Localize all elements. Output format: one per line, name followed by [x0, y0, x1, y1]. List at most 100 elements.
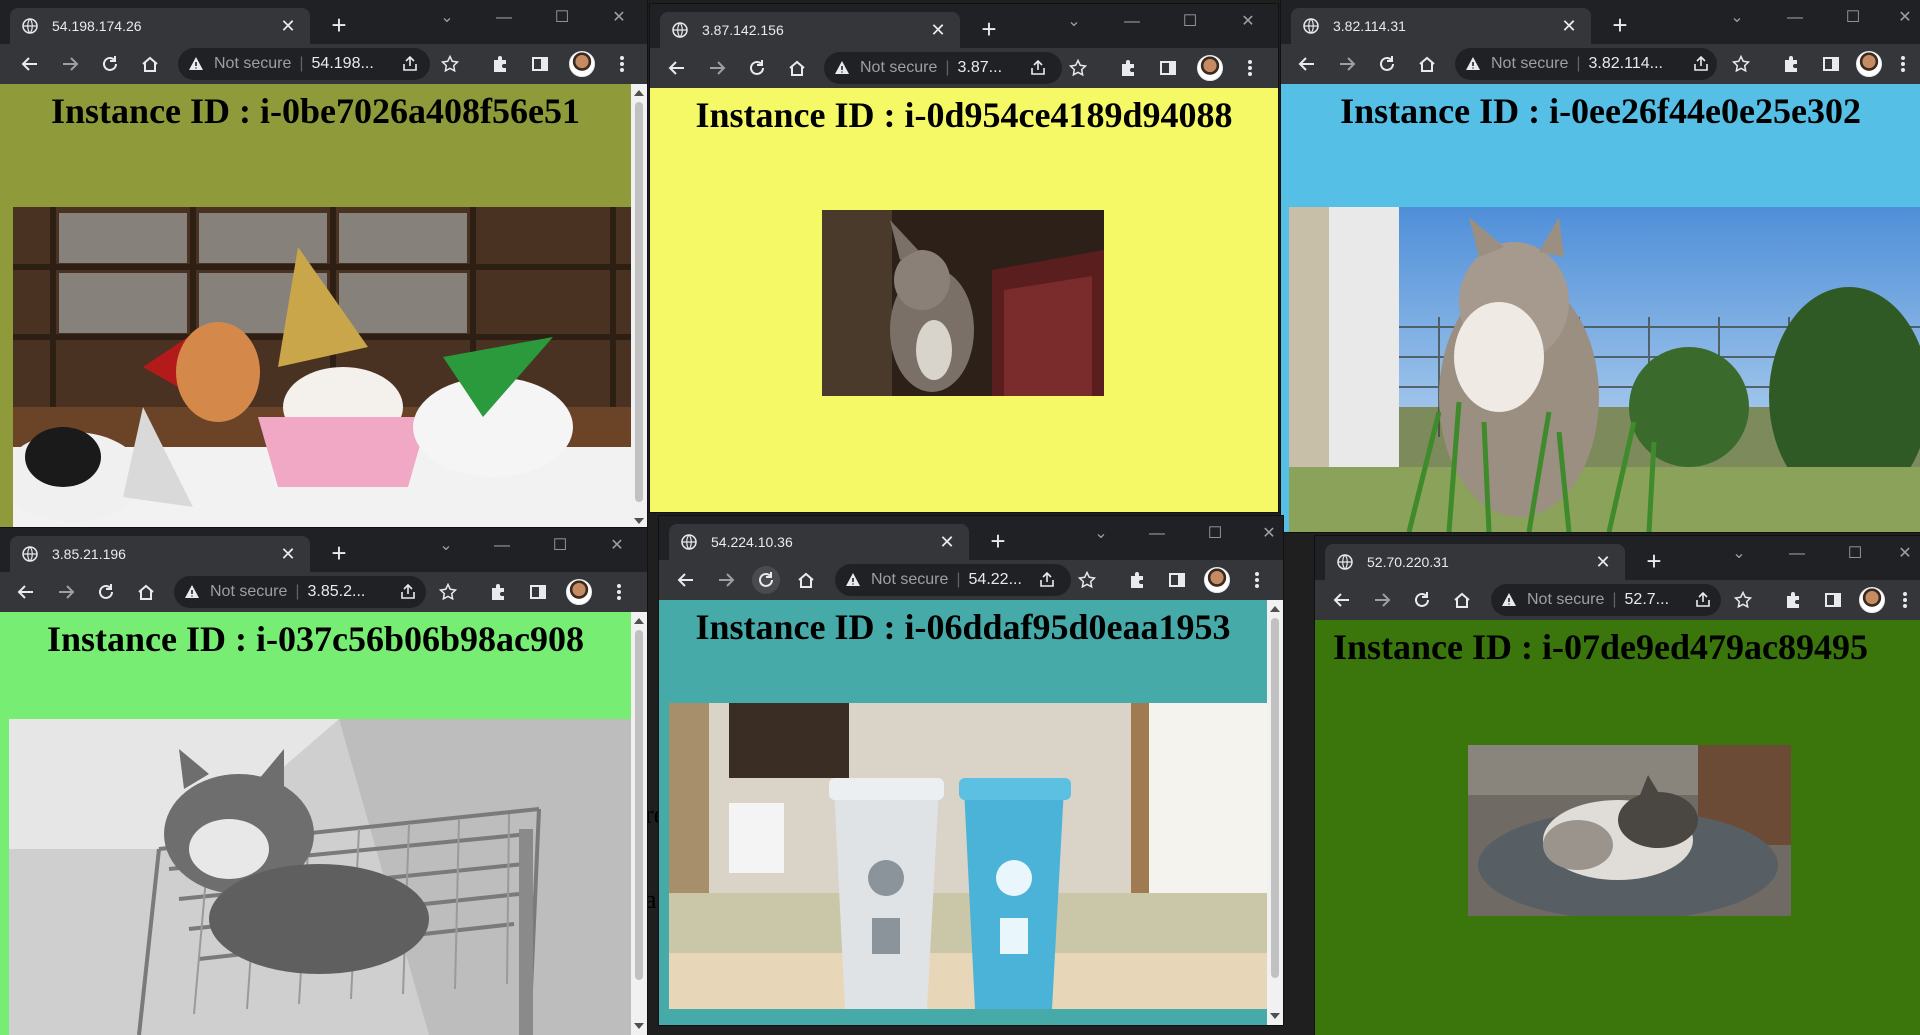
reload-icon[interactable]: [96, 50, 124, 78]
share-icon[interactable]: [1687, 50, 1715, 78]
tab-1[interactable]: 3.87.142.156 ✕: [660, 12, 960, 48]
scroll-down-icon[interactable]: [634, 1023, 644, 1029]
scroll-thumb[interactable]: [635, 102, 643, 502]
new-tab-button[interactable]: +: [326, 12, 352, 38]
back-arrow-icon[interactable]: [672, 566, 700, 594]
side-panel-icon[interactable]: [1163, 566, 1191, 594]
close-tab-icon[interactable]: ✕: [1593, 552, 1613, 573]
vertical-scrollbar[interactable]: [631, 612, 647, 1035]
close-tab-icon[interactable]: ✕: [937, 532, 957, 553]
address-bar[interactable]: Not secure | 52.7...: [1491, 584, 1721, 616]
tab-1[interactable]: 3.82.114.31 ✕: [1291, 8, 1591, 44]
minimize-icon[interactable]: —: [492, 6, 516, 30]
puzzle-icon[interactable]: [1123, 566, 1151, 594]
vertical-scrollbar[interactable]: [631, 84, 647, 530]
maximize-icon[interactable]: ☐: [1203, 522, 1227, 546]
kebab-menu-icon[interactable]: [1236, 54, 1264, 82]
avatar[interactable]: [1197, 55, 1223, 81]
new-tab-button[interactable]: +: [976, 16, 1002, 42]
side-panel-icon[interactable]: [1819, 586, 1847, 614]
share-icon[interactable]: [1024, 54, 1052, 82]
close-window-icon[interactable]: ✕: [605, 534, 629, 558]
back-arrow-icon[interactable]: [12, 578, 40, 606]
tab-search-icon[interactable]: ⌄: [1062, 10, 1086, 34]
kebab-menu-icon[interactable]: [1243, 566, 1271, 594]
minimize-icon[interactable]: —: [1120, 10, 1144, 34]
minimize-icon[interactable]: —: [1145, 522, 1169, 546]
home-icon[interactable]: [1448, 586, 1476, 614]
close-window-icon[interactable]: ✕: [1236, 10, 1260, 34]
minimize-icon[interactable]: —: [1785, 542, 1809, 566]
new-tab-button[interactable]: +: [326, 540, 352, 566]
kebab-menu-icon[interactable]: [1891, 586, 1919, 614]
reload-icon[interactable]: [1373, 50, 1401, 78]
tab-search-icon[interactable]: ⌄: [1089, 522, 1113, 546]
minimize-icon[interactable]: —: [1783, 6, 1807, 30]
forward-arrow-icon[interactable]: [1368, 586, 1396, 614]
star-icon[interactable]: [1064, 54, 1092, 82]
reload-icon[interactable]: [743, 54, 771, 82]
share-icon[interactable]: [396, 50, 424, 78]
maximize-icon[interactable]: ☐: [548, 534, 572, 558]
back-arrow-icon[interactable]: [1328, 586, 1356, 614]
address-bar[interactable]: Not secure | 3.82.114...: [1455, 48, 1717, 80]
scroll-thumb[interactable]: [635, 630, 643, 980]
close-window-icon[interactable]: ✕: [607, 6, 631, 30]
close-tab-icon[interactable]: ✕: [928, 20, 948, 41]
share-icon[interactable]: [1689, 586, 1717, 614]
reload-icon[interactable]: [752, 566, 780, 594]
forward-arrow-icon[interactable]: [712, 566, 740, 594]
scroll-down-icon[interactable]: [1270, 1013, 1280, 1019]
avatar[interactable]: [566, 579, 592, 605]
side-panel-icon[interactable]: [1817, 50, 1845, 78]
puzzle-icon[interactable]: [484, 578, 512, 606]
vertical-scrollbar[interactable]: [1267, 600, 1283, 1025]
kebab-menu-icon[interactable]: [605, 578, 633, 606]
back-arrow-icon[interactable]: [16, 50, 44, 78]
scroll-up-icon[interactable]: [634, 618, 644, 624]
tab-1[interactable]: 54.224.10.36 ✕: [669, 524, 969, 560]
new-tab-button[interactable]: +: [1641, 548, 1667, 574]
address-bar[interactable]: Not secure | 54.198...: [178, 48, 430, 80]
address-bar[interactable]: Not secure | 3.85.2...: [174, 576, 426, 608]
kebab-menu-icon[interactable]: [1889, 50, 1917, 78]
maximize-icon[interactable]: ☐: [550, 6, 574, 30]
tab-1[interactable]: 3.85.21.196 ✕: [10, 536, 310, 572]
avatar[interactable]: [1856, 51, 1882, 77]
minimize-icon[interactable]: —: [490, 534, 514, 558]
close-tab-icon[interactable]: ✕: [278, 544, 298, 565]
side-panel-icon[interactable]: [526, 50, 554, 78]
maximize-icon[interactable]: ☐: [1178, 10, 1202, 34]
star-icon[interactable]: [1729, 586, 1757, 614]
scroll-up-icon[interactable]: [1270, 606, 1280, 612]
side-panel-icon[interactable]: [1154, 54, 1182, 82]
new-tab-button[interactable]: +: [985, 528, 1011, 554]
tab-search-icon[interactable]: ⌄: [1727, 542, 1751, 566]
scroll-thumb[interactable]: [1271, 618, 1279, 978]
home-icon[interactable]: [792, 566, 820, 594]
star-icon[interactable]: [1073, 566, 1101, 594]
tab-1[interactable]: 52.70.220.31 ✕: [1325, 544, 1625, 580]
star-icon[interactable]: [1727, 50, 1755, 78]
kebab-menu-icon[interactable]: [608, 50, 636, 78]
close-tab-icon[interactable]: ✕: [1559, 16, 1579, 37]
maximize-icon[interactable]: ☐: [1841, 6, 1865, 30]
reload-icon[interactable]: [1408, 586, 1436, 614]
side-panel-icon[interactable]: [524, 578, 552, 606]
avatar[interactable]: [1204, 567, 1230, 593]
puzzle-icon[interactable]: [1114, 54, 1142, 82]
maximize-icon[interactable]: ☐: [1843, 542, 1867, 566]
avatar[interactable]: [569, 51, 595, 77]
forward-arrow-icon[interactable]: [52, 578, 80, 606]
scroll-up-icon[interactable]: [634, 90, 644, 96]
home-icon[interactable]: [1413, 50, 1441, 78]
scroll-down-icon[interactable]: [634, 518, 644, 524]
close-window-icon[interactable]: ✕: [1893, 542, 1917, 566]
share-icon[interactable]: [1033, 566, 1061, 594]
puzzle-icon[interactable]: [1779, 586, 1807, 614]
home-icon[interactable]: [132, 578, 160, 606]
close-window-icon[interactable]: ✕: [1893, 6, 1917, 30]
forward-arrow-icon[interactable]: [1333, 50, 1361, 78]
share-icon[interactable]: [394, 578, 422, 606]
avatar[interactable]: [1859, 587, 1885, 613]
